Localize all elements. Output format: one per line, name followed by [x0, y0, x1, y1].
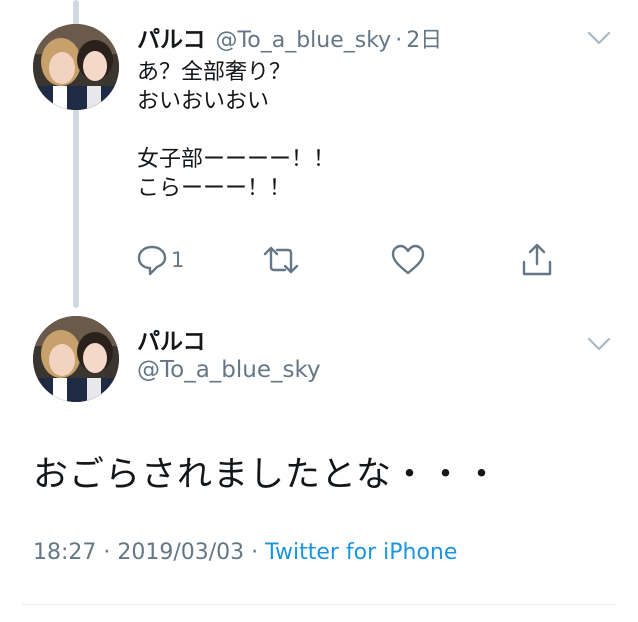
tweet-time[interactable]: 2日 [406, 22, 442, 54]
tweet-text-line: 女子部ーーーー！！ [137, 147, 336, 172]
heart-icon [391, 244, 425, 275]
tweet-source-link[interactable]: Twitter for iPhone [265, 540, 457, 565]
divider [22, 604, 616, 605]
share-button[interactable] [519, 240, 555, 280]
user-handle[interactable]: @To_a_blue_sky [137, 357, 321, 383]
tweet-thread-view: パルコ @To_a_blue_sky · 2日 あ？全部奢り？ おいおいおい 女… [0, 0, 638, 622]
tweet-text-line: あ？全部奢り？ [137, 60, 292, 85]
retweet-icon [263, 246, 299, 274]
separator: · [395, 28, 403, 53]
share-icon [522, 243, 552, 276]
retweet-button[interactable] [261, 240, 301, 280]
avatar-photo [33, 316, 119, 402]
tweet-text-line: おいおいおい [137, 89, 270, 114]
tweet-text-line [137, 116, 335, 145]
tweet-text: あ？全部奢り？ おいおいおい 女子部ーーーー！！ こらーーー！！ [137, 58, 335, 203]
avatar[interactable] [33, 24, 119, 110]
tweet-metadata: 18:27 · 2019/03/03 · Twitter for iPhone [33, 540, 457, 565]
chevron-down-icon[interactable] [586, 30, 612, 46]
tweet-actions: 1 [135, 240, 575, 280]
display-name[interactable]: パルコ [137, 20, 206, 54]
tweet-text-line: こらーーー！！ [137, 176, 292, 201]
avatar[interactable] [33, 316, 119, 402]
reply-icon [137, 245, 167, 276]
like-button[interactable] [390, 240, 426, 280]
chevron-down-icon[interactable] [586, 336, 612, 352]
avatar-photo [33, 24, 119, 110]
reply-button[interactable]: 1 [135, 240, 184, 280]
tweet-text: おごらされましたとな・・・ [33, 455, 500, 495]
tweet-timestamp: 18:27 · 2019/03/03 · [33, 540, 266, 565]
user-handle[interactable]: @To_a_blue_sky [216, 28, 392, 53]
display-name[interactable]: パルコ [137, 322, 206, 356]
reply-count: 1 [171, 248, 185, 272]
tweet-header: パルコ @To_a_blue_sky · 2日 [137, 20, 442, 54]
